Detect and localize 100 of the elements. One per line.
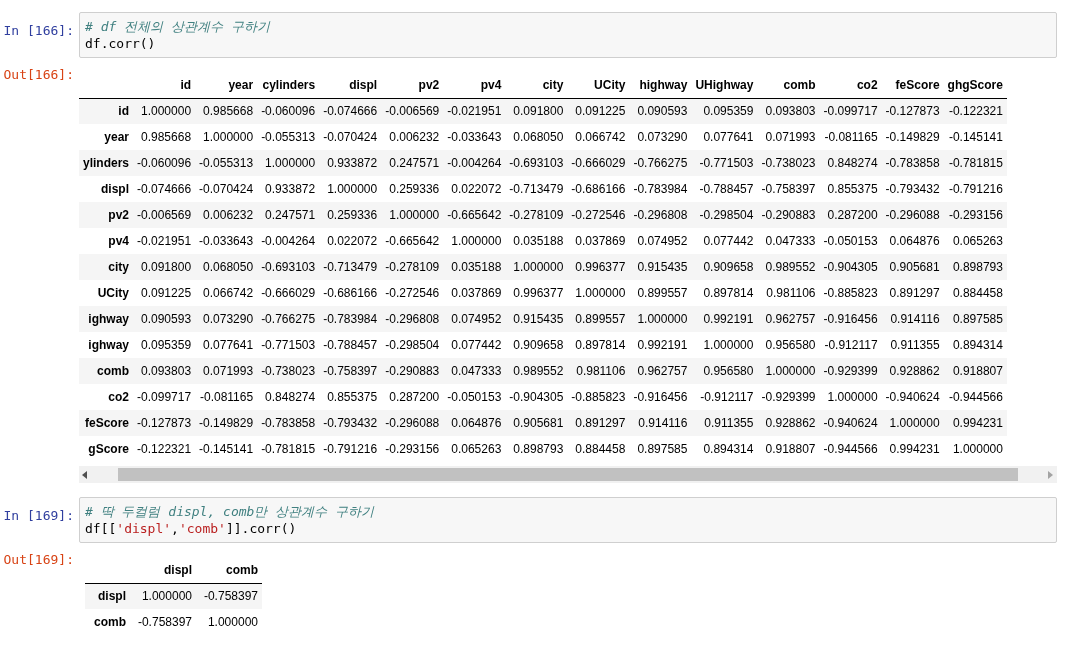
table-cell: -0.783984 [323,312,378,326]
table-cell: 0.897814 [703,286,754,300]
table-cell: 0.996377 [575,260,626,274]
table-cell: -0.912117 [824,338,878,352]
table-cell: 1.000000 [389,208,440,222]
column-header: UHighway [695,77,754,92]
scrollbar-thumb[interactable] [118,468,1018,481]
input-prompt: In [169]: [3,508,74,523]
table-cell: -0.127873 [137,416,192,430]
table-cell: -0.033643 [199,234,254,248]
table-cell: 0.047333 [451,364,502,378]
table-cell: 0.855375 [827,182,878,196]
table-cell: -0.666029 [261,286,316,300]
row-header: comb [94,615,126,629]
column-header: pv2 [418,77,440,92]
row-header: year [104,130,130,144]
table-cell: -0.074666 [323,104,378,119]
table-cell: 0.894314 [952,338,1003,352]
table-cell: -0.758397 [761,182,816,196]
table-cell: 0.047333 [765,234,816,248]
table-cell: 1.000000 [203,130,254,144]
table-cell: -0.944566 [948,390,1003,404]
table-cell: 0.897585 [952,312,1003,326]
table-cell: 0.928862 [765,416,816,430]
table-cell: -0.912117 [700,390,754,404]
table-cell: 0.915435 [513,312,564,326]
table-cell: 0.068050 [513,130,564,144]
table-cell: -0.021951 [447,104,502,119]
table-cell: -0.060096 [261,104,316,119]
table-cell: 0.914116 [890,312,940,326]
table-cell: -0.055313 [199,156,254,170]
column-header: ghgScore [947,77,1003,92]
table-cell: 0.064876 [451,416,502,430]
table-cell: 0.077641 [703,130,754,144]
table-cell: 0.022072 [327,234,378,248]
table-cell: -0.929399 [823,364,878,378]
table-cell: 0.899557 [637,286,688,300]
table-cell: 0.989552 [513,364,564,378]
table-cell: -0.290883 [761,208,816,222]
table-cell: 0.956580 [703,364,754,378]
table-cell: 0.891297 [889,286,940,300]
table-cell: 0.091800 [513,104,564,119]
table-cell: 0.065263 [952,234,1003,248]
table-cell: 0.996377 [513,286,564,300]
table-cell: 0.962757 [765,312,816,326]
table-cell: 0.095359 [703,104,754,119]
row-header: displ [98,589,126,604]
table-cell: 0.994231 [952,416,1003,430]
table-cell: -0.060096 [137,156,192,170]
table-cell: -0.788457 [323,338,378,352]
table-cell: 0.989552 [765,260,816,274]
table-cell: -0.127873 [885,104,940,119]
table-cell: 0.073290 [203,312,254,326]
table-cell: -0.758397 [203,589,258,604]
table-cell: 0.259336 [389,182,440,196]
table-cell: 0.074952 [451,312,502,326]
table-cell: 1.000000 [265,156,316,170]
table-cell: -0.929399 [761,390,816,404]
code-cell[interactable]: # df 전체의 상관계수 구하기 df.corr() [79,12,1057,58]
row-header: pv4 [108,234,130,248]
table-cell: -0.074666 [137,182,192,196]
scroll-left-icon[interactable] [82,470,88,479]
column-header: comb [226,562,258,577]
table-cell: 0.905681 [889,260,940,274]
table-cell: -0.940624 [823,416,878,430]
row-header: ighway [88,338,130,352]
table-cell: 0.897585 [637,442,688,456]
row-header: pv2 [108,208,130,222]
table-cell: 0.848274 [265,390,316,404]
table-cell: 0.071993 [203,364,254,378]
column-header: city [542,77,564,92]
table-cell: -0.885823 [571,390,626,404]
table-cell: 0.073290 [637,130,688,144]
table-cell: 0.091225 [575,104,626,119]
table-cell: 0.898793 [952,260,1003,274]
table-cell: -0.738023 [261,364,316,378]
table-cell: -0.713479 [323,260,378,274]
column-header: cylinders [262,77,316,92]
table-cell: -0.070424 [323,130,378,144]
horizontal-scrollbar[interactable] [79,466,1057,483]
table-cell: 0.065263 [451,442,502,456]
table-cell: 0.091225 [141,286,192,300]
table-cell: 0.884458 [952,286,1003,300]
table-cell: 0.006232 [203,208,254,222]
table-cell: 0.066742 [575,130,626,144]
table-cell: -0.944566 [823,442,878,456]
scroll-right-icon[interactable] [1048,470,1054,479]
column-header: UCity [594,77,626,92]
table-cell: -0.278109 [385,260,440,274]
table-cell: 0.985668 [203,104,254,119]
table-cell: -0.783984 [633,182,688,196]
table-cell: -0.783858 [261,416,316,430]
row-header: city [108,260,130,274]
table-cell: 0.095359 [141,338,192,352]
table-cell: 1.000000 [575,286,626,300]
table-cell: -0.021951 [137,234,192,248]
code-cell[interactable]: # 딱 두컬럼 displ, comb만 상관계수 구하기 df[['displ','comb']].corr() [79,497,1057,543]
table-cell: 0.962757 [637,364,688,378]
table-cell: 1.000000 [451,234,502,248]
column-header: feScore [895,77,940,92]
